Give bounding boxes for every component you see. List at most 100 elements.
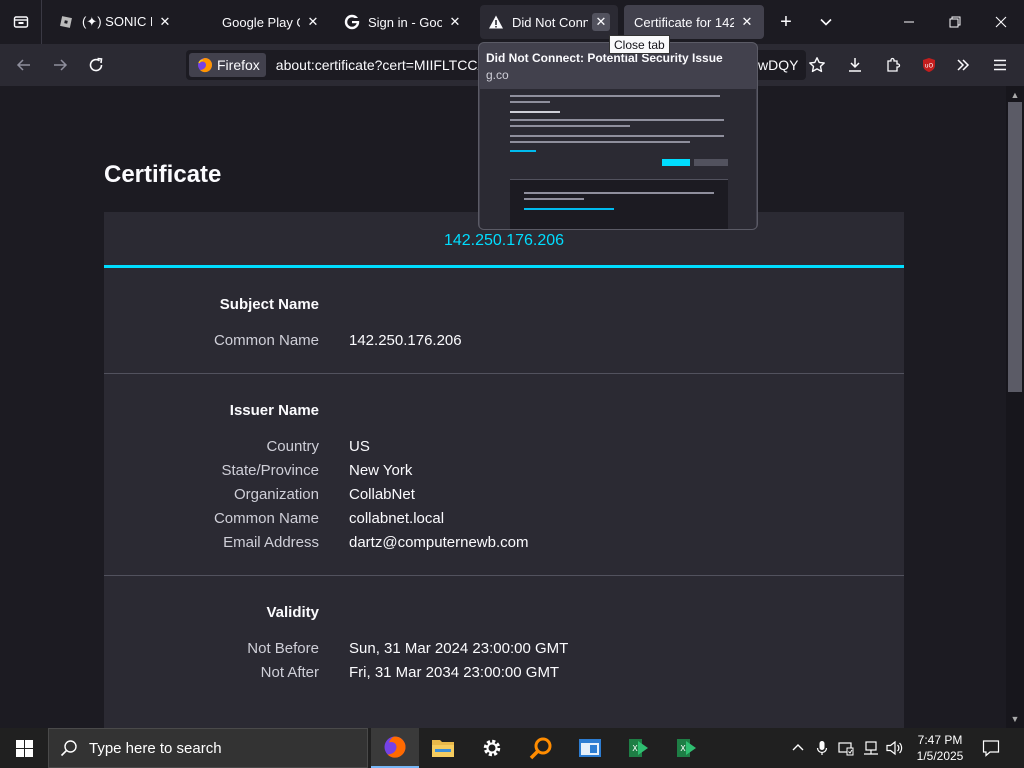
section-title: Issuer Name bbox=[229, 402, 319, 419]
more-tools-button[interactable] bbox=[948, 50, 978, 80]
svg-text:X: X bbox=[680, 744, 686, 753]
field-label: Email Address bbox=[223, 534, 319, 551]
section-title: Validity bbox=[266, 604, 319, 621]
field-label: Country bbox=[266, 438, 319, 455]
restore-button[interactable] bbox=[932, 0, 978, 44]
microphone-tray-icon[interactable] bbox=[812, 728, 832, 768]
taskbar-settings[interactable] bbox=[468, 728, 516, 768]
reload-icon bbox=[89, 57, 103, 72]
firefox-view-button[interactable] bbox=[0, 0, 42, 44]
clock-time: 7:47 PM bbox=[917, 733, 963, 747]
close-icon[interactable]: ✕ bbox=[304, 13, 322, 31]
close-window-button[interactable] bbox=[978, 0, 1024, 44]
info-row: Not Before Sun, 31 Mar 2024 23:00:00 GMT bbox=[104, 641, 904, 657]
info-row: Email Address dartz@computernewb.com bbox=[104, 535, 904, 551]
tab-sonic[interactable]: (✦) SONIC FEE ✕ bbox=[50, 5, 182, 39]
bookmark-button[interactable] bbox=[802, 50, 832, 80]
back-arrow-icon bbox=[16, 59, 30, 71]
info-row: State/Province New York bbox=[104, 463, 904, 479]
chevron-double-right-icon bbox=[957, 59, 970, 71]
security-tray-icon[interactable] bbox=[836, 728, 856, 768]
extensions-button[interactable] bbox=[878, 50, 908, 80]
tab-label: Google Play Gar bbox=[222, 14, 300, 30]
windows-taskbar: Type here to search X X 7:47 PM 1/5/2025 bbox=[0, 728, 1024, 768]
list-all-tabs-button[interactable] bbox=[812, 9, 840, 35]
gear-icon bbox=[483, 739, 501, 757]
taskbar-control-panel[interactable] bbox=[566, 728, 614, 768]
speaker-icon bbox=[886, 740, 903, 756]
close-icon[interactable]: ✕ bbox=[156, 13, 174, 31]
download-icon bbox=[849, 58, 861, 72]
start-button[interactable] bbox=[0, 728, 48, 768]
tab-label: (✦) SONIC FEE bbox=[82, 14, 152, 29]
scroll-down-arrow-icon[interactable]: ▼ bbox=[1006, 712, 1024, 726]
taskbar-search-box[interactable]: Type here to search bbox=[48, 728, 368, 768]
field-value: US bbox=[349, 438, 370, 455]
roblox-icon bbox=[58, 14, 74, 30]
close-tab-button[interactable]: ✕ bbox=[592, 13, 610, 31]
vertical-scrollbar[interactable]: ▲ ▼ bbox=[1006, 86, 1024, 728]
app-menu-button[interactable] bbox=[985, 50, 1015, 80]
tab-did-not-connect[interactable]: Did Not Conne ✕ bbox=[480, 5, 618, 39]
warning-icon bbox=[488, 14, 504, 30]
tab-sign-in-google[interactable]: Sign in - Google ✕ bbox=[336, 5, 472, 39]
taskbar-clock[interactable]: 7:47 PM 1/5/2025 bbox=[910, 728, 970, 768]
svg-text:uO: uO bbox=[925, 63, 934, 70]
tab-label: Certificate for 142.25 bbox=[634, 14, 734, 30]
chevron-up-icon bbox=[792, 744, 804, 751]
network-tray-icon[interactable] bbox=[860, 728, 882, 768]
field-label: Common Name bbox=[213, 510, 319, 527]
subject-name-section: Subject Name Common Name 142.250.176.206 bbox=[104, 268, 904, 374]
field-label: Common Name bbox=[213, 332, 319, 349]
downloads-button[interactable] bbox=[840, 50, 870, 80]
search-placeholder: Type here to search bbox=[89, 739, 222, 757]
field-value: Fri, 31 Mar 2034 23:00:00 GMT bbox=[349, 664, 560, 681]
field-value: collabnet.local bbox=[349, 510, 445, 527]
svg-text:X: X bbox=[632, 744, 638, 753]
taskbar-file-explorer[interactable] bbox=[419, 728, 467, 768]
taskbar-firefox[interactable] bbox=[371, 728, 419, 768]
info-row: Not After Fri, 31 Mar 2034 23:00:00 GMT bbox=[104, 665, 904, 681]
tab-certificate[interactable]: Certificate for 142.25 ✕ bbox=[624, 5, 764, 39]
minimize-button[interactable] bbox=[886, 0, 932, 44]
identity-label: Firefox bbox=[217, 57, 260, 73]
green-app-icon: X bbox=[677, 739, 696, 757]
preview-url: g.co bbox=[486, 68, 509, 82]
minimize-icon bbox=[904, 21, 914, 23]
folder-icon bbox=[432, 740, 454, 757]
scrollbar-thumb[interactable] bbox=[1008, 102, 1022, 392]
close-icon bbox=[995, 16, 1007, 28]
back-button[interactable] bbox=[9, 50, 39, 80]
tab-google-play[interactable]: Google Play Gar ✕ bbox=[214, 5, 330, 39]
identity-box[interactable]: Firefox bbox=[189, 53, 266, 77]
firefox-logo-icon bbox=[198, 58, 213, 73]
certificate-card: 142.250.176.206 Subject Name Common Name… bbox=[104, 212, 904, 728]
windows-logo-icon bbox=[15, 739, 33, 757]
forward-button[interactable] bbox=[45, 50, 75, 80]
field-label: State/Province bbox=[221, 462, 319, 479]
tab-label: Sign in - Google bbox=[368, 14, 442, 30]
notification-icon bbox=[982, 740, 1000, 757]
show-hidden-icons-button[interactable] bbox=[788, 728, 808, 768]
field-label: Not After bbox=[260, 664, 319, 681]
field-value: dartz@computernewb.com bbox=[349, 534, 529, 551]
field-label: Organization bbox=[233, 486, 319, 503]
close-icon[interactable]: ✕ bbox=[738, 13, 756, 31]
new-tab-button[interactable]: + bbox=[772, 9, 800, 35]
taskbar-search-app[interactable] bbox=[517, 728, 565, 768]
firefox-view-icon bbox=[13, 16, 28, 28]
scroll-up-arrow-icon[interactable]: ▲ bbox=[1006, 88, 1024, 102]
reload-button[interactable] bbox=[81, 50, 111, 80]
url-text-tail: wDQY bbox=[758, 57, 799, 73]
info-row: Country US bbox=[104, 439, 904, 455]
magnifier-icon bbox=[529, 737, 552, 760]
info-row: Common Name collabnet.local bbox=[104, 511, 904, 527]
volume-tray-icon[interactable] bbox=[884, 728, 906, 768]
close-icon[interactable]: ✕ bbox=[446, 13, 464, 31]
notifications-button[interactable] bbox=[976, 728, 1006, 768]
taskbar-app-green-2[interactable]: X bbox=[662, 728, 710, 768]
puzzle-icon bbox=[887, 57, 901, 72]
taskbar-app-green-1[interactable]: X bbox=[614, 728, 662, 768]
green-app-icon: X bbox=[629, 739, 648, 757]
ublock-origin-button[interactable]: uO bbox=[914, 50, 944, 80]
